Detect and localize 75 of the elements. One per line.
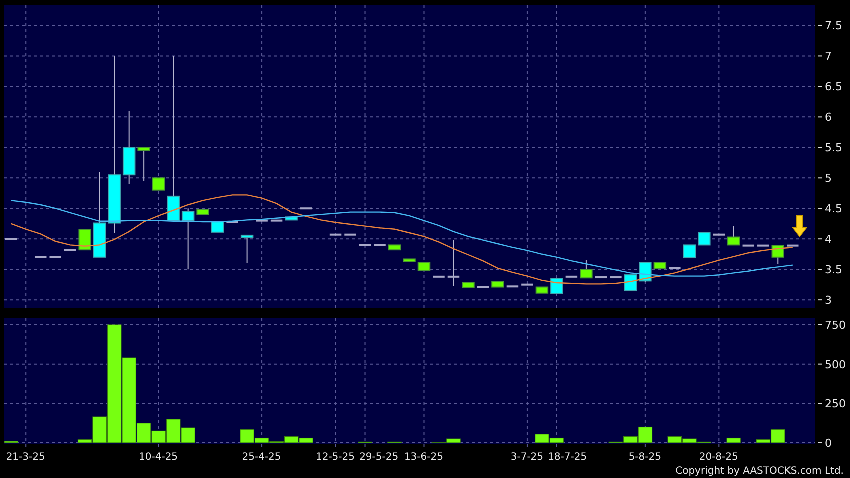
flat-candle xyxy=(566,276,578,278)
rising-candle xyxy=(285,216,298,221)
falling-candle xyxy=(462,282,475,288)
y-axis-label: 4.5 xyxy=(825,202,842,216)
y-axis-label: 3 xyxy=(825,294,832,308)
y-axis-label: 3.5 xyxy=(825,264,842,277)
flat-candle xyxy=(713,234,726,236)
y-axis-label: 6 xyxy=(825,111,832,124)
y-axis-label: 6.5 xyxy=(825,80,842,94)
x-axis-label: 20-8-25 xyxy=(699,452,738,463)
flat-candle xyxy=(6,238,18,240)
flat-candle xyxy=(506,286,519,288)
falling-candle xyxy=(772,245,784,265)
x-axis-label: 29-5-25 xyxy=(360,452,399,463)
volume-bar xyxy=(4,441,19,444)
copyright-text: Copyright by AASTOCKS.com Ltd. xyxy=(676,466,844,478)
falling-candle xyxy=(403,258,416,262)
y-axis-label: 7 xyxy=(825,50,832,64)
falling-candle xyxy=(196,209,210,216)
rising-candle xyxy=(698,232,711,246)
y-axis-label: 250 xyxy=(825,398,846,411)
rising-candle xyxy=(211,222,224,233)
flat-candle xyxy=(64,249,76,252)
falling-candle xyxy=(536,286,549,294)
falling-candle xyxy=(580,260,593,279)
flat-candle xyxy=(742,244,755,247)
flat-candle xyxy=(448,240,460,287)
falling-candle xyxy=(388,244,402,251)
falling-candle xyxy=(492,281,504,288)
falling-candle xyxy=(78,229,92,251)
rising-candle xyxy=(624,274,638,292)
y-axis-label: 5.5 xyxy=(825,142,842,155)
x-axis-label: 18-7-25 xyxy=(548,452,588,463)
y-axis-label: 0 xyxy=(825,437,832,450)
x-axis-label: 25-4-25 xyxy=(242,452,282,463)
volume-bar xyxy=(726,438,742,444)
rising-candle xyxy=(683,244,696,258)
falling-candle xyxy=(152,178,166,191)
falling-candle xyxy=(418,262,431,272)
flat-candle xyxy=(35,256,47,258)
rising-candle xyxy=(550,278,564,294)
y-axis-label: 7.5 xyxy=(825,20,842,33)
flat-candle xyxy=(256,220,268,222)
flat-candle xyxy=(359,244,372,246)
y-axis-label: 5 xyxy=(825,172,832,186)
x-axis-label: 13-6-25 xyxy=(404,452,444,463)
x-axis-label: 12-5-25 xyxy=(316,452,355,463)
flat-candle xyxy=(669,267,681,270)
flat-candle xyxy=(758,244,770,247)
x-axis-label: 21-3-25 xyxy=(6,452,46,463)
flat-candle xyxy=(477,286,490,288)
y-axis-label: 500 xyxy=(825,358,846,372)
rising-candle xyxy=(240,234,254,264)
flat-candle xyxy=(433,276,445,278)
flat-candle xyxy=(374,244,386,246)
x-axis-label: 10-4-25 xyxy=(139,452,178,463)
x-axis-label: 3-7-25 xyxy=(510,452,544,463)
x-axis-label: 5-8-25 xyxy=(628,452,662,463)
flat-candle xyxy=(330,234,342,236)
flat-candle xyxy=(344,234,356,236)
falling-candle xyxy=(654,262,667,270)
flat-candle xyxy=(595,276,608,279)
down-arrow-icon xyxy=(792,215,808,238)
flat-candle xyxy=(610,276,622,279)
y-axis-label: 750 xyxy=(825,319,846,332)
flat-candle xyxy=(787,244,799,247)
flat-candle xyxy=(226,221,238,224)
falling-candle xyxy=(728,226,740,246)
flat-candle xyxy=(522,284,534,286)
falling-candle xyxy=(138,147,150,182)
flat-candle xyxy=(270,220,283,222)
flat-candle xyxy=(50,256,62,258)
y-axis-label: 4 xyxy=(825,233,832,246)
flat-candle xyxy=(300,208,312,210)
rising-candle xyxy=(182,208,195,270)
